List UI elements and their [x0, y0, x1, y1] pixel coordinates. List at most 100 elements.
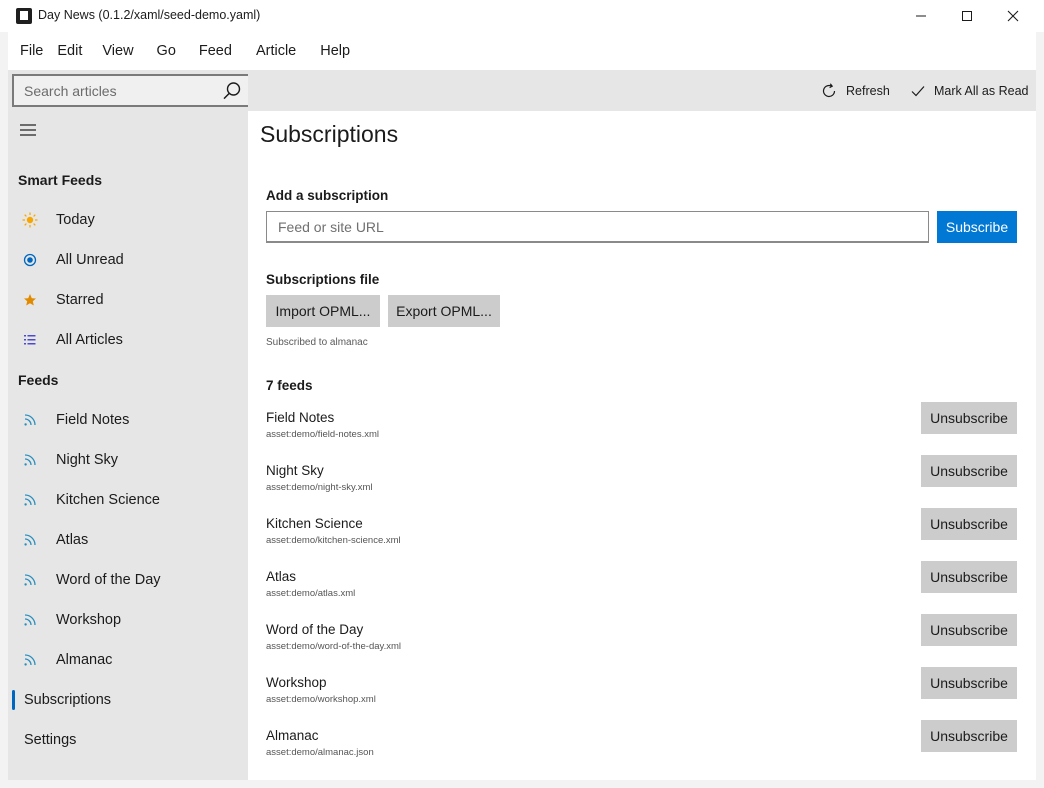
feed-name: Almanac	[266, 728, 319, 743]
minimize-icon	[916, 15, 926, 17]
sidebar-item-kitchen-science[interactable]: Kitchen Science	[8, 480, 248, 520]
sidebar-item-label: Settings	[24, 732, 77, 748]
feed-row: Workshop asset:demo/workshop.xml Unsubsc…	[266, 667, 1017, 728]
mark-all-read-label: Mark All as Read	[934, 84, 1029, 98]
sidebar-item-subscriptions[interactable]: Subscriptions	[8, 680, 248, 720]
menu-file[interactable]: File	[20, 43, 43, 59]
selection-indicator	[12, 690, 15, 710]
rss-icon	[22, 452, 38, 468]
rss-icon	[22, 652, 38, 668]
checkmark-icon	[911, 86, 925, 97]
search-input[interactable]	[14, 76, 214, 105]
feed-row: Almanac asset:demo/almanac.json Unsubscr…	[266, 720, 1017, 781]
sidebar-item-label: Starred	[56, 292, 104, 308]
feed-name: Workshop	[266, 675, 327, 690]
unsubscribe-button[interactable]: Unsubscribe	[921, 455, 1017, 487]
feed-name: Atlas	[266, 569, 297, 584]
title-bar: Day News (0.1.2/xaml/seed-demo.yaml)	[0, 0, 1044, 32]
sidebar-item-label: Atlas	[56, 532, 89, 548]
feed-row: Night Sky asset:demo/night-sky.xml Unsub…	[266, 455, 1017, 516]
feed-name: Word of the Day	[266, 622, 364, 637]
sidebar-item-label: All Articles	[56, 332, 123, 348]
menu-article[interactable]: Article	[256, 43, 296, 59]
menu-feed[interactable]: Feed	[199, 43, 232, 59]
smart-feeds-heading: Smart Feeds	[18, 172, 103, 188]
feed-url: asset:demo/kitchen-science.xml	[266, 535, 401, 546]
list-icon	[22, 332, 38, 348]
unsubscribe-button[interactable]: Unsubscribe	[921, 508, 1017, 540]
star-icon	[22, 292, 38, 308]
sidebar-item-label: Almanac	[56, 652, 113, 668]
sun-icon	[22, 212, 38, 228]
feed-name: Field Notes	[266, 410, 335, 425]
app-icon	[16, 8, 32, 24]
import-opml-button[interactable]: Import OPML...	[266, 295, 380, 327]
maximize-button[interactable]	[944, 0, 990, 32]
status-message: Subscribed to almanac	[266, 337, 368, 348]
maximize-icon	[962, 11, 972, 21]
menu-view[interactable]: View	[102, 43, 133, 59]
rss-icon	[22, 412, 38, 428]
sidebar-item-today[interactable]: Today	[8, 200, 248, 240]
search-icon[interactable]	[222, 81, 242, 101]
sidebar-item-label: Night Sky	[56, 452, 119, 468]
content-pane: Refresh Mark All as Read Subscriptions A…	[248, 70, 1036, 780]
sidebar-item-label: All Unread	[56, 252, 124, 268]
menu-help[interactable]: Help	[320, 43, 360, 59]
sidebar-item-night-sky[interactable]: Night Sky	[8, 440, 248, 480]
unsubscribe-button[interactable]: Unsubscribe	[921, 614, 1017, 646]
feed-url: asset:demo/almanac.json	[266, 747, 374, 758]
menu-edit[interactable]: Edit	[57, 43, 82, 59]
feed-name: Kitchen Science	[266, 516, 363, 531]
sidebar-item-workshop[interactable]: Workshop	[8, 600, 248, 640]
subscribe-button[interactable]: Subscribe	[937, 211, 1017, 243]
export-opml-button[interactable]: Export OPML...	[388, 295, 500, 327]
rss-icon	[22, 532, 38, 548]
rss-icon	[22, 572, 38, 588]
page-title: Subscriptions	[260, 121, 399, 147]
navigation-pane: Smart Feeds Today All Unread	[8, 70, 251, 780]
feed-url: asset:demo/night-sky.xml	[266, 482, 373, 493]
refresh-icon	[822, 83, 836, 98]
subscriptions-file-heading: Subscriptions file	[266, 272, 380, 287]
sidebar-item-all-articles[interactable]: All Articles	[8, 320, 248, 360]
hamburger-menu-icon[interactable]	[18, 120, 38, 140]
close-button[interactable]	[990, 0, 1036, 32]
feed-row: Word of the Day asset:demo/word-of-the-d…	[266, 614, 1017, 675]
feed-url-input[interactable]	[266, 211, 929, 243]
unsubscribe-button[interactable]: Unsubscribe	[921, 402, 1017, 434]
menu-bar: File Edit View Go Feed Article Help	[8, 32, 1036, 70]
unsubscribe-button[interactable]: Unsubscribe	[921, 720, 1017, 752]
radio-dot-icon	[22, 252, 38, 268]
sidebar-item-all-unread[interactable]: All Unread	[8, 240, 248, 280]
window-title: Day News (0.1.2/xaml/seed-demo.yaml)	[38, 8, 261, 22]
menu-go[interactable]: Go	[157, 43, 176, 59]
sidebar-item-starred[interactable]: Starred	[8, 280, 248, 320]
add-subscription-heading: Add a subscription	[266, 188, 389, 203]
unsubscribe-button[interactable]: Unsubscribe	[921, 667, 1017, 699]
sidebar-item-label: Field Notes	[56, 412, 130, 428]
feed-url: asset:demo/atlas.xml	[266, 588, 356, 599]
search-box	[12, 74, 251, 107]
sidebar-item-label: Today	[56, 212, 95, 228]
sidebar-item-label: Workshop	[56, 612, 122, 628]
sidebar-item-label: Word of the Day	[56, 572, 161, 588]
refresh-button[interactable]: Refresh	[820, 80, 890, 102]
feed-url: asset:demo/workshop.xml	[266, 694, 376, 705]
unsubscribe-button[interactable]: Unsubscribe	[921, 561, 1017, 593]
minimize-button[interactable]	[898, 0, 944, 32]
sidebar-item-word-of-the-day[interactable]: Word of the Day	[8, 560, 248, 600]
sidebar-item-label: Subscriptions	[24, 692, 112, 708]
rss-icon	[22, 492, 38, 508]
mark-all-read-button[interactable]: Mark All as Read	[910, 80, 1028, 102]
sidebar-item-atlas[interactable]: Atlas	[8, 520, 248, 560]
feed-url: asset:demo/word-of-the-day.xml	[266, 641, 401, 652]
sidebar-item-settings[interactable]: Settings	[8, 720, 248, 760]
refresh-label: Refresh	[846, 84, 890, 98]
close-icon	[1007, 10, 1019, 22]
sidebar-item-almanac[interactable]: Almanac	[8, 640, 248, 680]
sidebar-item-field-notes[interactable]: Field Notes	[8, 400, 248, 440]
sidebar-item-label: Kitchen Science	[56, 492, 160, 508]
feed-name: Night Sky	[266, 463, 324, 478]
feed-row: Field Notes asset:demo/field-notes.xml U…	[266, 402, 1017, 463]
